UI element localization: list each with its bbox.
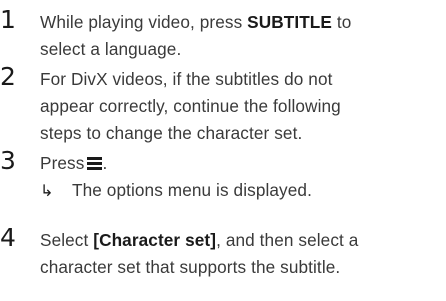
subtitle-key-label: SUBTITLE: [247, 12, 332, 32]
menu-icon: [87, 157, 103, 170]
step-number: 3: [0, 146, 16, 175]
arrow-icon: ↳: [40, 181, 54, 200]
step-line: steps to change the character set.: [40, 123, 303, 143]
step-line: select a language.: [40, 39, 182, 59]
step-number: 4: [0, 223, 16, 252]
result-line: ↳ The options menu is displayed.: [40, 177, 446, 204]
step-text: For DivX videos, if the subtitles do not…: [40, 66, 446, 147]
step-line: For DivX videos, if the subtitles do not: [40, 69, 333, 89]
step-line: appear correctly, continue the following: [40, 96, 341, 116]
character-set-option-label: [Character set]: [93, 230, 217, 250]
step-text: While playing video, press SUBTITLE to s…: [40, 9, 446, 63]
step-line: Press.: [40, 153, 108, 173]
step-text: Select [Character set], and then select …: [40, 227, 446, 281]
step-line: While playing video, press SUBTITLE to: [40, 12, 352, 32]
result-text: The options menu is displayed.: [72, 180, 312, 200]
step-number: 2: [0, 62, 16, 91]
step-line: character set that supports the subtitle…: [40, 257, 341, 277]
step-text: Press. ↳ The options menu is displayed.: [40, 150, 446, 204]
step-number: 1: [0, 5, 16, 34]
step-line: Select [Character set], and then select …: [40, 230, 359, 250]
